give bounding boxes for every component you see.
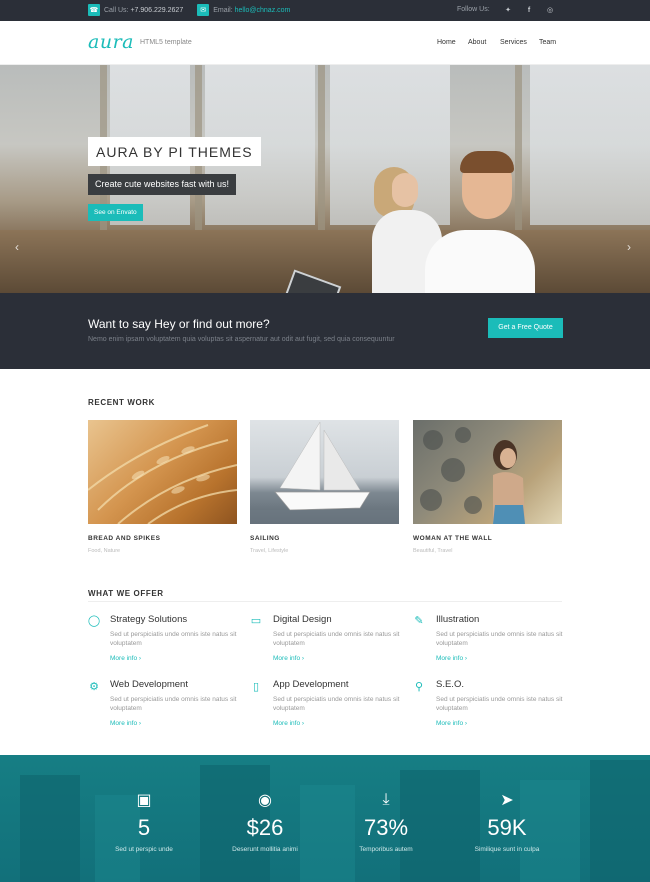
logo[interactable]: aura bbox=[88, 31, 134, 53]
work-image-bread[interactable] bbox=[88, 420, 237, 524]
stat-value: $26 bbox=[246, 815, 284, 840]
stats-section: ▣ 5 Sed ut perspic unde ◉ $26 Deserunt m… bbox=[0, 755, 650, 882]
work-meta: Food, Nature bbox=[88, 548, 121, 554]
offer-text: Sed ut perspiciatis unde omnis iste natu… bbox=[273, 631, 400, 647]
phone-label: Call Us: bbox=[104, 6, 129, 14]
offer-title: Strategy Solutions bbox=[110, 614, 188, 625]
offer-title: S.E.O. bbox=[436, 679, 464, 690]
email-label: Email: bbox=[213, 6, 233, 14]
work-image-woman-wall[interactable] bbox=[413, 420, 562, 524]
work-meta: Travel, Lifestyle bbox=[250, 548, 289, 554]
offer-text: Sed ut perspiciatis unde omnis iste natu… bbox=[110, 696, 237, 712]
stat-value: 59K bbox=[487, 815, 527, 840]
stat-label: Similique sunt in culpa bbox=[474, 846, 540, 853]
nav-team[interactable]: Team bbox=[539, 39, 556, 46]
what-we-offer-title: WHAT WE OFFER bbox=[88, 589, 164, 598]
hero-man bbox=[425, 230, 535, 293]
monitor-icon: ▭ bbox=[250, 614, 262, 627]
recent-work-title: RECENT WORK bbox=[88, 398, 156, 407]
more-info-link[interactable]: More info › bbox=[273, 720, 304, 727]
search-icon: ⚲ bbox=[414, 680, 424, 693]
email-icon: ✉ bbox=[197, 4, 210, 16]
mobile-icon: ▯ bbox=[252, 680, 260, 693]
more-info-link[interactable]: More info › bbox=[436, 655, 467, 662]
lightbulb-icon: ◯ bbox=[87, 614, 101, 627]
cta-text: Nemo enim ipsam voluptatem quia voluptas… bbox=[88, 336, 395, 343]
offer-title: Illustration bbox=[436, 614, 480, 625]
work-meta: Beautiful, Travel bbox=[413, 548, 453, 554]
dribbble-icon[interactable]: ◎ bbox=[544, 4, 556, 16]
offer-title: Digital Design bbox=[273, 614, 332, 625]
phone-number[interactable]: +7.906.229.2627 bbox=[130, 7, 183, 14]
offer-text: Sed ut perspiciatis unde omnis iste natu… bbox=[110, 631, 237, 647]
gear-icon: ⚙ bbox=[89, 680, 99, 693]
slider-next-arrow-icon[interactable]: › bbox=[627, 240, 631, 254]
work-title[interactable]: WOMAN AT THE WALL bbox=[413, 535, 492, 542]
stat-label: Temporibus autem bbox=[359, 846, 413, 853]
section-divider bbox=[88, 601, 562, 602]
wheat-image bbox=[88, 424, 237, 524]
woman-wall-image bbox=[420, 427, 525, 524]
nav-home[interactable]: Home bbox=[437, 39, 456, 46]
slider-prev-arrow-icon[interactable]: ‹ bbox=[15, 240, 19, 254]
offer-text: Sed ut perspiciatis unde omnis iste natu… bbox=[273, 696, 400, 712]
more-info-link[interactable]: More info › bbox=[436, 720, 467, 727]
offer-text: Sed ut perspiciatis unde omnis iste natu… bbox=[436, 631, 563, 647]
offer-title: Web Development bbox=[110, 679, 188, 690]
pencil-icon: ✎ bbox=[414, 614, 424, 627]
twitter-icon[interactable]: ✦ bbox=[502, 4, 514, 16]
stat-value: 5 bbox=[137, 815, 151, 840]
stat-label: Deserunt mollitia animi bbox=[232, 846, 298, 853]
stat-value: 73% bbox=[363, 815, 409, 840]
offer-title: App Development bbox=[273, 679, 349, 690]
work-title[interactable]: BREAD AND SPIKES bbox=[88, 535, 160, 542]
nav-about[interactable]: About bbox=[468, 39, 486, 46]
more-info-link[interactable]: More info › bbox=[110, 655, 141, 662]
phone-text: Call Us: +7.906.229.2627 bbox=[104, 7, 183, 14]
work-image-sailing[interactable] bbox=[250, 420, 399, 524]
hero-subtitle: Create cute websites fast with us! bbox=[88, 174, 237, 195]
download-icon: ⤓ bbox=[382, 791, 390, 808]
cta-band: Want to say Hey or find out more? Nemo e… bbox=[0, 293, 650, 369]
site-header: aura HTML5 template Home About Services … bbox=[0, 21, 650, 65]
cta-heading: Want to say Hey or find out more? bbox=[88, 317, 270, 331]
email-text: Email: hello@chnaz.com bbox=[213, 7, 290, 14]
tagline: HTML5 template bbox=[140, 39, 192, 46]
work-title[interactable]: SAILING bbox=[250, 535, 280, 542]
sailboat-image bbox=[250, 421, 399, 524]
phone-icon: ☎ bbox=[88, 4, 100, 16]
more-info-link[interactable]: More info › bbox=[110, 720, 141, 727]
see-on-envato-button[interactable]: See on Envato bbox=[88, 204, 143, 221]
briefcase-icon: ▣ bbox=[136, 792, 152, 809]
contact-info: ☎ Call Us: +7.906.229.2627 ✉ Email: hell… bbox=[88, 4, 290, 16]
stat-label: Sed ut perspic unde bbox=[115, 846, 173, 853]
get-quote-button[interactable]: Get a Free Quote bbox=[488, 318, 563, 338]
more-info-link[interactable]: More info › bbox=[273, 655, 304, 662]
follow-us-label: Follow Us: bbox=[457, 6, 490, 13]
facebook-icon[interactable]: f bbox=[523, 4, 535, 16]
paper-plane-icon: ➤ bbox=[500, 792, 514, 809]
nav-services[interactable]: Services bbox=[500, 39, 527, 46]
top-bar: ☎ Call Us: +7.906.229.2627 ✉ Email: hell… bbox=[0, 0, 650, 21]
hero-title: AURA BY PI THEMES bbox=[88, 137, 261, 166]
email-address[interactable]: hello@chnaz.com bbox=[235, 7, 291, 14]
globe-icon: ◉ bbox=[258, 792, 272, 809]
offer-text: Sed ut perspiciatis unde omnis iste natu… bbox=[436, 696, 563, 712]
